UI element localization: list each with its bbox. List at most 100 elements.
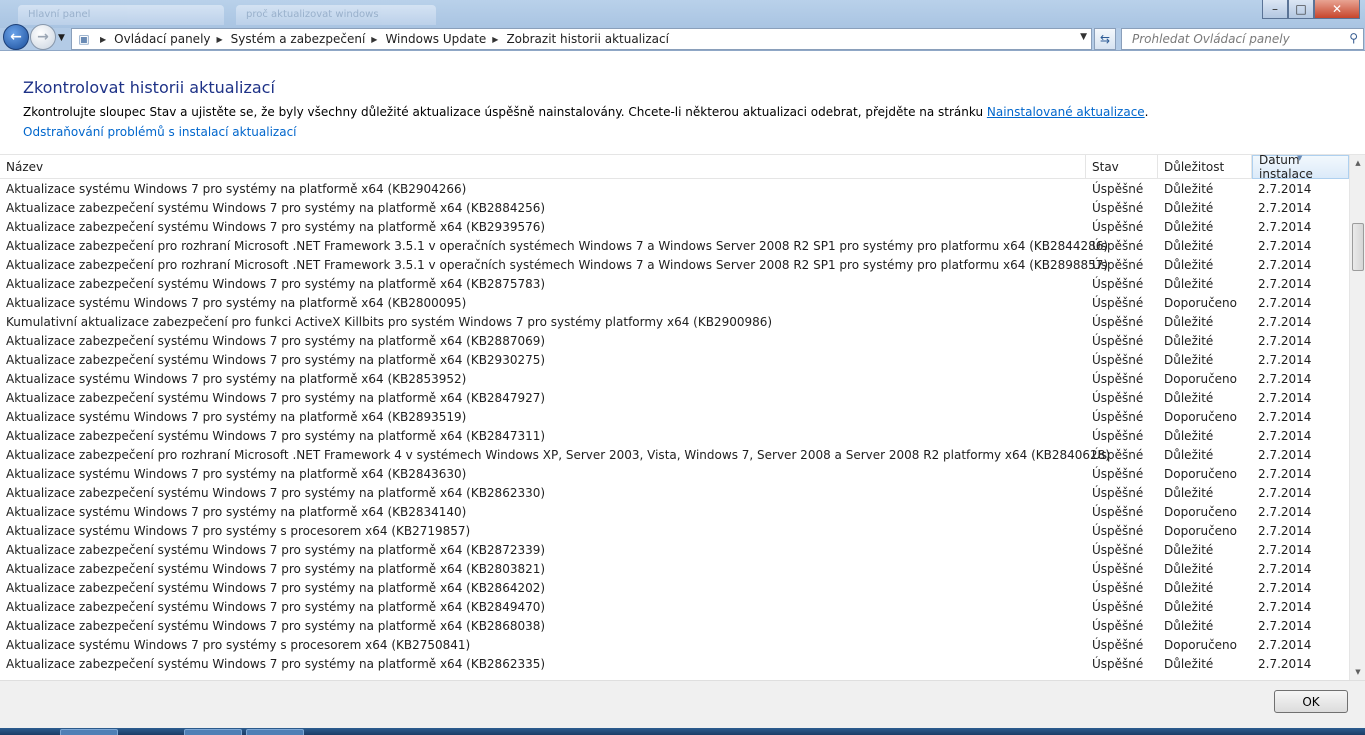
breadcrumb-control-panel[interactable]: Ovládací panely [114,32,210,46]
importance-cell: Důležité [1164,315,1214,329]
breadcrumb-system-security[interactable]: Systém a zabezpečení [231,32,366,46]
taskbar-item[interactable] [60,729,118,735]
maximize-button[interactable]: □ [1288,0,1314,19]
status-cell: Úspěšné [1092,277,1144,291]
importance-cell: Důležité [1164,391,1214,405]
forward-button[interactable]: → [30,24,56,50]
minimize-icon: – [1272,2,1278,16]
search-input[interactable]: Prohledat Ovládací panely ⚲ [1121,28,1364,50]
install-date-cell: 2.7.2014 [1258,581,1312,595]
breadcrumb-separator-icon[interactable]: ▶ [217,35,223,44]
table-row[interactable]: Aktualizace zabezpečení systému Windows … [0,427,1349,446]
table-row[interactable]: Aktualizace zabezpečení systému Windows … [0,484,1349,503]
status-cell: Úspěšné [1092,372,1144,386]
table-row[interactable]: Aktualizace zabezpečení pro rozhraní Mic… [0,256,1349,275]
table-row[interactable]: Aktualizace zabezpečení systému Windows … [0,579,1349,598]
table-row[interactable]: Aktualizace zabezpečení systému Windows … [0,218,1349,237]
table-row[interactable]: Aktualizace systému Windows 7 pro systém… [0,370,1349,389]
search-icon[interactable]: ⚲ [1349,31,1358,45]
table-row[interactable]: Aktualizace systému Windows 7 pro systém… [0,465,1349,484]
importance-cell: Důležité [1164,239,1214,253]
install-date-cell: 2.7.2014 [1258,182,1312,196]
breadcrumb-separator-icon[interactable]: ▶ [371,35,377,44]
status-cell: Úspěšné [1092,258,1144,272]
install-date-cell: 2.7.2014 [1258,562,1312,576]
importance-cell: Doporučeno [1164,296,1238,310]
table-row[interactable]: Aktualizace zabezpečení systému Windows … [0,655,1349,674]
importance-cell: Důležité [1164,657,1214,671]
table-row[interactable]: Aktualizace zabezpečení systému Windows … [0,199,1349,218]
status-cell: Úspěšné [1092,315,1144,329]
description-end: . [1144,105,1149,119]
breadcrumb-update-history[interactable]: Zobrazit historii aktualizací [506,32,669,46]
vertical-scrollbar[interactable]: ▲ ▼ [1349,155,1365,680]
table-row[interactable]: Aktualizace systému Windows 7 pro systém… [0,294,1349,313]
importance-cell: Důležité [1164,581,1214,595]
troubleshoot-link[interactable]: Odstraňování problémů s instalací aktual… [23,125,297,139]
update-name-cell: Aktualizace zabezpečení systému Windows … [6,220,546,234]
breadcrumb-separator-icon[interactable]: ▶ [492,35,498,44]
table-row[interactable]: Aktualizace systému Windows 7 pro systém… [0,408,1349,427]
table-row[interactable]: Aktualizace systému Windows 7 pro systém… [0,636,1349,655]
update-name-cell: Aktualizace systému Windows 7 pro systém… [6,467,467,481]
recent-pages-dropdown[interactable]: ▼ [58,33,65,43]
update-name-cell: Aktualizace systému Windows 7 pro systém… [6,410,467,424]
column-header-status[interactable]: Stav [1086,155,1158,179]
table-row[interactable]: Aktualizace zabezpečení systému Windows … [0,598,1349,617]
scroll-up-arrow-icon[interactable]: ▲ [1350,155,1365,172]
table-row[interactable]: Aktualizace zabezpečení pro rozhraní Mic… [0,446,1349,465]
update-name-cell: Aktualizace systému Windows 7 pro systém… [6,505,467,519]
taskbar-item[interactable] [184,729,242,735]
table-row[interactable]: Kumulativní aktualizace zabezpečení pro … [0,313,1349,332]
scroll-down-arrow-icon[interactable]: ▼ [1350,664,1365,680]
importance-cell: Doporučeno [1164,410,1238,424]
scrollbar-thumb[interactable] [1352,223,1364,271]
column-header-importance[interactable]: Důležitost [1158,155,1252,179]
table-row[interactable]: Aktualizace systému Windows 7 pro systém… [0,180,1349,199]
install-date-cell: 2.7.2014 [1258,201,1312,215]
table-row[interactable]: Aktualizace zabezpečení systému Windows … [0,389,1349,408]
breadcrumb-separator-icon[interactable]: ▶ [100,35,106,44]
column-header-label: Důležitost [1164,160,1225,174]
importance-cell: Důležité [1164,258,1214,272]
install-date-cell: 2.7.2014 [1258,429,1312,443]
breadcrumb-windows-update[interactable]: Windows Update [385,32,486,46]
table-row[interactable]: Aktualizace zabezpečení systému Windows … [0,541,1349,560]
update-name-cell: Aktualizace zabezpečení systému Windows … [6,334,546,348]
address-bar[interactable]: ▣ ▶ Ovládací panely ▶ Systém a zabezpeče… [71,28,1092,50]
background-tab-label: proč aktualizovat windows [246,9,379,20]
importance-cell: Doporučeno [1164,372,1238,386]
taskbar-item[interactable] [246,729,304,735]
ok-button[interactable]: OK [1274,690,1348,713]
table-row[interactable]: Aktualizace zabezpečení pro rozhraní Mic… [0,237,1349,256]
refresh-button[interactable]: ⇆ [1094,28,1116,50]
update-name-cell: Aktualizace zabezpečení systému Windows … [6,391,546,405]
minimize-button[interactable]: – [1262,0,1288,19]
close-icon: ✕ [1331,2,1343,16]
forward-arrow-icon: → [37,29,49,45]
table-row[interactable]: Aktualizace zabezpečení systému Windows … [0,617,1349,636]
column-header-label: Datum instalace [1259,154,1313,181]
column-header-name[interactable]: Název [0,155,1086,179]
back-arrow-icon: ← [10,29,22,45]
installed-updates-link[interactable]: Nainstalované aktualizace [987,105,1145,119]
table-row[interactable]: Aktualizace systému Windows 7 pro systém… [0,522,1349,541]
importance-cell: Důležité [1164,562,1214,576]
install-date-cell: 2.7.2014 [1258,505,1312,519]
close-button[interactable]: ✕ [1314,0,1360,19]
update-name-cell: Aktualizace systému Windows 7 pro systém… [6,372,467,386]
table-row[interactable]: Aktualizace zabezpečení systému Windows … [0,332,1349,351]
back-button[interactable]: ← [3,24,29,50]
address-dropdown-icon[interactable]: ▼ [1080,32,1087,42]
column-header-date[interactable]: ▼ Datum instalace [1252,154,1349,181]
install-date-cell: 2.7.2014 [1258,600,1312,614]
table-row[interactable]: Aktualizace zabezpečení systému Windows … [0,275,1349,294]
table-row[interactable]: Aktualizace zabezpečení systému Windows … [0,351,1349,370]
update-name-cell: Aktualizace zabezpečení systému Windows … [6,201,546,215]
install-date-cell: 2.7.2014 [1258,277,1312,291]
table-row[interactable]: Aktualizace systému Windows 7 pro systém… [0,503,1349,522]
background-tab[interactable]: Hlavní panel [18,5,224,25]
install-date-cell: 2.7.2014 [1258,619,1312,633]
table-row[interactable]: Aktualizace zabezpečení systému Windows … [0,560,1349,579]
background-tab[interactable]: proč aktualizovat windows [236,5,436,25]
